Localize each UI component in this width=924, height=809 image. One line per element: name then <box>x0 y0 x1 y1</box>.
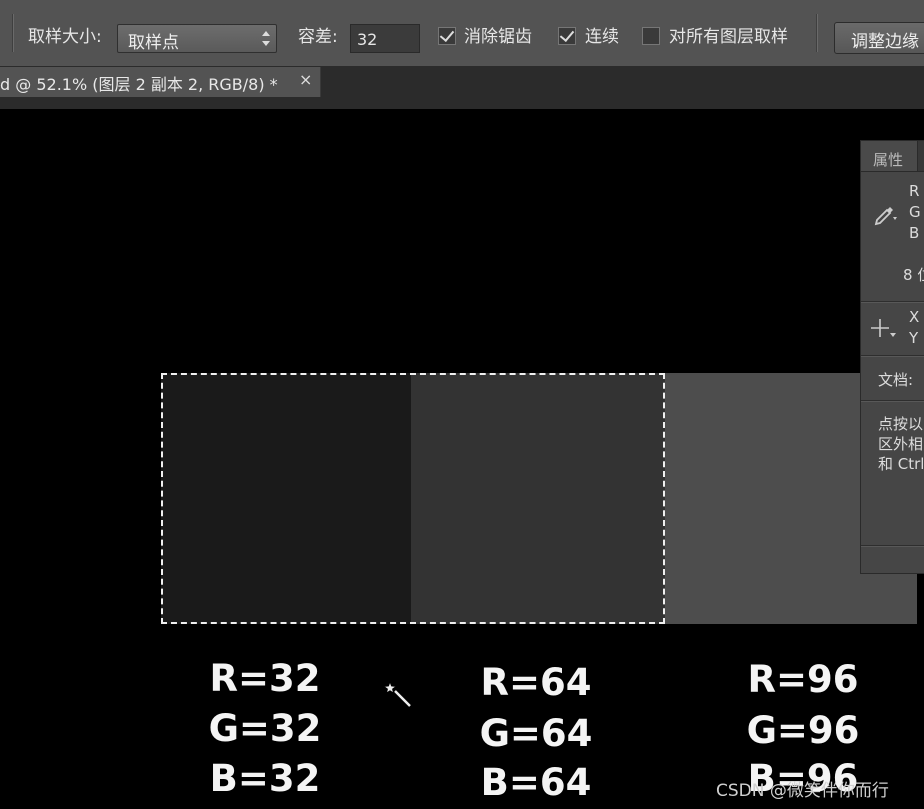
readout-g-label: G <box>909 203 921 221</box>
close-tab-icon[interactable]: × <box>299 70 312 89</box>
refine-edge-button[interactable]: 调整边缘 <box>834 22 924 54</box>
sample-size-value: 取样点 <box>128 33 179 53</box>
contiguous-checkbox[interactable] <box>558 26 576 45</box>
swatch-3-g-value: G=96 <box>746 709 860 752</box>
readout-x-label: X <box>909 308 920 326</box>
crosshair-icon[interactable] <box>871 317 897 341</box>
contiguous-label: 连续 <box>585 27 619 47</box>
document-tab-bar: d @ 52.1% (图层 2 副本 2, RGB/8) * × <box>0 67 924 109</box>
document-tab[interactable]: d @ 52.1% (图层 2 副本 2, RGB/8) * × <box>0 67 321 97</box>
document-tab-title: d @ 52.1% (图层 2 副本 2, RGB/8) * <box>0 75 278 94</box>
bit-depth-label: 8 位 <box>903 266 924 284</box>
tolerance-label: 容差: <box>298 27 338 47</box>
toolbar-separator <box>816 14 818 52</box>
properties-panel: 属性 R G B 8 位 X Y 文档: 点按以 区外相 和 Ctrl <box>860 140 924 574</box>
readout-b-label: B <box>909 224 920 242</box>
swatch-1-r-value: R=32 <box>209 657 321 700</box>
antialias-checkbox[interactable] <box>438 26 456 45</box>
readout-y-label: Y <box>909 329 919 347</box>
panel-divider <box>861 400 924 402</box>
panel-divider <box>861 545 924 547</box>
sample-size-select[interactable]: 取样点 <box>117 24 277 53</box>
marquee-selection <box>161 373 665 624</box>
checkmark-icon <box>559 26 575 43</box>
select-arrows-icon <box>262 31 270 47</box>
options-bar: 取样大小: 取样点 容差: 32 消除锯齿 连续 对所有图层取样 调整边缘 <box>0 0 924 67</box>
properties-tab-label: 属性 <box>873 151 904 169</box>
hint-text-line-3: 和 Ctrl <box>878 455 924 473</box>
readout-r-label: R <box>909 182 920 200</box>
antialias-label: 消除锯齿 <box>464 27 532 47</box>
toolbar-separator <box>12 14 14 52</box>
panel-divider <box>861 355 924 357</box>
eyedropper-icon[interactable] <box>873 203 897 227</box>
hint-text-line-2: 区外相 <box>878 435 924 453</box>
refine-edge-label: 调整边缘 <box>851 32 919 52</box>
watermark-text: CSDN @微笑伴你而行 <box>716 781 889 801</box>
hint-text-line-1: 点按以 <box>878 415 924 433</box>
swatch-1-b-value: B=32 <box>209 757 321 800</box>
panel-header: 属性 <box>861 141 924 172</box>
swatch-2-b-value: B=64 <box>480 761 592 804</box>
checkmark-icon <box>439 26 455 43</box>
swatch-1-g-value: G=32 <box>208 707 322 750</box>
swatch-3-r-value: R=96 <box>747 658 859 701</box>
magic-wand-cursor-icon <box>384 680 412 708</box>
document-info-label: 文档: <box>878 371 914 389</box>
swatch-2-r-value: R=64 <box>480 661 592 704</box>
sample-size-label: 取样大小: <box>28 27 102 47</box>
panel-divider <box>861 301 924 303</box>
all-layers-checkbox[interactable] <box>642 27 660 45</box>
tolerance-input[interactable]: 32 <box>350 24 420 53</box>
tab-properties[interactable]: 属性 <box>861 141 918 171</box>
swatch-2-g-value: G=64 <box>479 712 593 755</box>
all-layers-label: 对所有图层取样 <box>669 27 788 47</box>
